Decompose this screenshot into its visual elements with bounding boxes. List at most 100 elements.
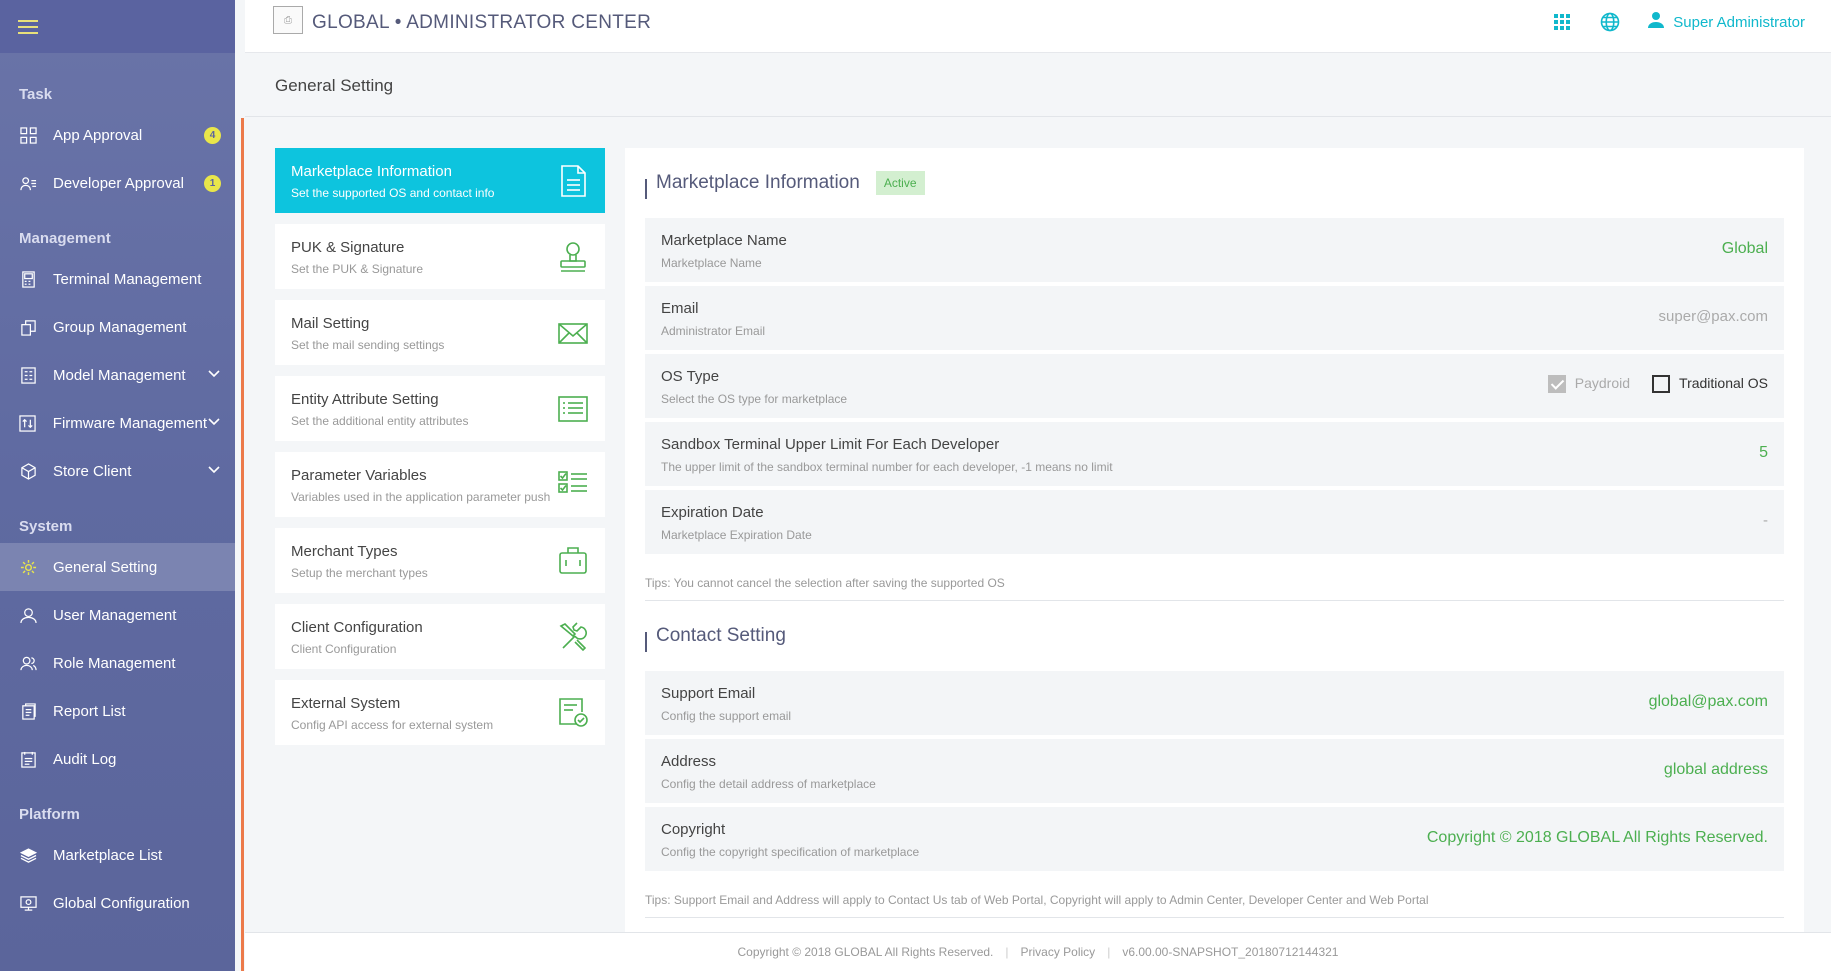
chevron-down-icon[interactable] [207,366,221,384]
settings-item-title: Entity Attribute Setting [291,391,439,408]
row-label: Email [661,300,699,317]
marketplace-tips: Tips: You cannot cancel the selection af… [645,558,1784,601]
globe-icon[interactable] [1599,11,1621,33]
settings-item-subtitle: Set the additional entity attributes [291,414,469,428]
option-label: Traditional OS [1679,375,1768,391]
settings-item-subtitle: Set the supported OS and contact info [291,186,495,200]
row-sublabel: Config the copyright specification of ma… [661,845,920,859]
sidebar-item-model-management[interactable]: Model Management [0,351,235,399]
sidebar-item-audit-log[interactable]: Audit Log [0,735,235,783]
settings-item-marketplace-information[interactable]: Marketplace Information Set the supporte… [275,148,605,213]
row-value: - [1763,512,1768,529]
sidebar-item-marketplace-list[interactable]: Marketplace List [0,831,235,879]
page-title: General Setting [275,76,394,95]
footer-separator: | [1107,945,1111,959]
row-sublabel: Marketplace Name [661,256,762,270]
footer: Copyright © 2018 GLOBAL All Rights Reser… [245,932,1831,971]
user-name: Super Administrator [1673,13,1805,31]
privacy-policy-link[interactable]: Privacy Policy [1021,945,1096,959]
footer-version: v6.00.00-SNAPSHOT_20180712144321 [1122,945,1339,959]
setting-row-os-type: OS Type Select the OS type for marketpla… [645,354,1784,418]
settings-item-subtitle: Config API access for external system [291,718,494,732]
sidebar-item-label: Firmware Management [52,414,207,432]
sidebar-item-label: Global Configuration [53,894,190,912]
settings-item-parameter-variables[interactable]: Parameter Variables Variables used in th… [275,452,605,517]
row-label: Address [661,753,717,770]
setting-row-copyright[interactable]: Copyright Config the copyright specifica… [645,807,1784,871]
sidebar-item-terminal-management[interactable]: Terminal Management [0,255,235,303]
sidebar-item-group-management[interactable]: Group Management [0,303,235,351]
setting-row-sandbox-limit[interactable]: Sandbox Terminal Upper Limit For Each De… [645,422,1784,486]
monitor-icon [19,894,37,912]
settings-panel: Marketplace Information Active Marketpla… [625,148,1804,971]
settings-item-merchant-types[interactable]: Merchant Types Setup the merchant types [275,528,605,593]
sidebar-item-report-list[interactable]: Report List [0,687,235,735]
page-title-bar: General Setting [245,54,1831,117]
section-header-contact: Contact Setting [645,601,1784,671]
sidebar-item-label: User Management [53,606,177,624]
row-label: Expiration Date [661,504,764,521]
nav-section-task: Task [19,86,53,103]
row-value: Copyright © 2018 GLOBAL All Rights Reser… [1426,829,1768,846]
section-title: Contact Setting [656,625,786,646]
row-sublabel: Administrator Email [661,324,766,338]
row-value: 5 [1759,444,1768,461]
row-value: global@pax.com [1648,693,1768,710]
sidebar-item-general-setting[interactable]: General Setting [0,543,235,591]
setting-row-address[interactable]: Address Config the detail address of mar… [645,739,1784,803]
settings-item-title: Merchant Types [291,543,398,560]
sidebar-item-store-client[interactable]: Store Client [0,447,235,495]
settings-item-subtitle: Set the mail sending settings [291,338,445,352]
settings-item-title: Client Configuration [291,619,423,636]
traditional-os-checkbox[interactable] [1652,375,1671,394]
firmware-icon [19,414,37,432]
menu-icon[interactable] [18,19,38,34]
apps-icon [19,126,37,144]
sidebar-item-developer-approval[interactable]: Developer Approval 1 [0,159,235,207]
setting-row-marketplace-name[interactable]: Marketplace Name Marketplace Name Global [645,218,1784,282]
group-icon [19,318,37,336]
os-type-options: Paydroid Traditional OS [1547,375,1768,394]
header-actions: Super Administrator [1551,11,1805,33]
sidebar-item-label: Store Client [53,462,132,480]
sidebar-item-label: Terminal Management [53,270,202,288]
logo-icon: ⎙ [284,14,292,26]
apps-grid-icon[interactable] [1551,11,1573,33]
user-icon [19,606,37,624]
section-header-marketplace: Marketplace Information Active [645,148,1784,218]
sidebar-item-label: App Approval [53,126,143,144]
os-option-paydroid: Paydroid [1547,375,1630,394]
list-icon [557,392,589,426]
chevron-down-icon[interactable] [207,414,221,432]
settings-item-title: PUK & Signature [291,239,405,256]
row-value: global address [1663,761,1768,778]
chevron-down-icon[interactable] [207,462,221,480]
row-value: Global [1721,240,1768,257]
sidebar-item-label: General Setting [53,558,158,576]
sidebar-item-user-management[interactable]: User Management [0,591,235,639]
sidebar-item-global-configuration[interactable]: Global Configuration [0,879,235,927]
sidebar-item-label: Marketplace List [53,846,163,864]
row-sublabel: Config the detail address of marketplace [661,777,876,791]
row-sublabel: Config the support email [661,709,792,723]
settings-item-external-system[interactable]: External System Config API access for ex… [275,680,605,745]
row-sublabel: The upper limit of the sandbox terminal … [661,460,1113,474]
tools-icon [557,620,589,654]
settings-item-client-configuration[interactable]: Client Configuration Client Configuratio… [275,604,605,669]
sidebar-item-role-management[interactable]: Role Management [0,639,235,687]
sidebar-item-firmware-management[interactable]: Firmware Management [0,399,235,447]
setting-row-support-email[interactable]: Support Email Config the support email g… [645,671,1784,735]
user-menu[interactable]: Super Administrator [1647,11,1805,33]
os-option-traditional[interactable]: Traditional OS [1652,375,1768,394]
setting-row-email[interactable]: Email Administrator Email super@pax.com [645,286,1784,350]
footer-copyright: Copyright © 2018 GLOBAL All Rights Reser… [737,945,994,959]
settings-item-mail-setting[interactable]: Mail Setting Set the mail sending settin… [275,300,605,365]
logo: ⎙ [273,6,303,34]
settings-item-entity-attribute[interactable]: Entity Attribute Setting Set the additio… [275,376,605,441]
status-badge: Active [875,171,925,195]
settings-item-puk-signature[interactable]: PUK & Signature Set the PUK & Signature [275,224,605,289]
sidebar-item-app-approval[interactable]: App Approval 4 [0,111,235,159]
setting-row-expiration-date: Expiration Date Marketplace Expiration D… [645,490,1784,554]
row-label: Marketplace Name [661,232,787,249]
briefcase-icon [557,544,589,578]
